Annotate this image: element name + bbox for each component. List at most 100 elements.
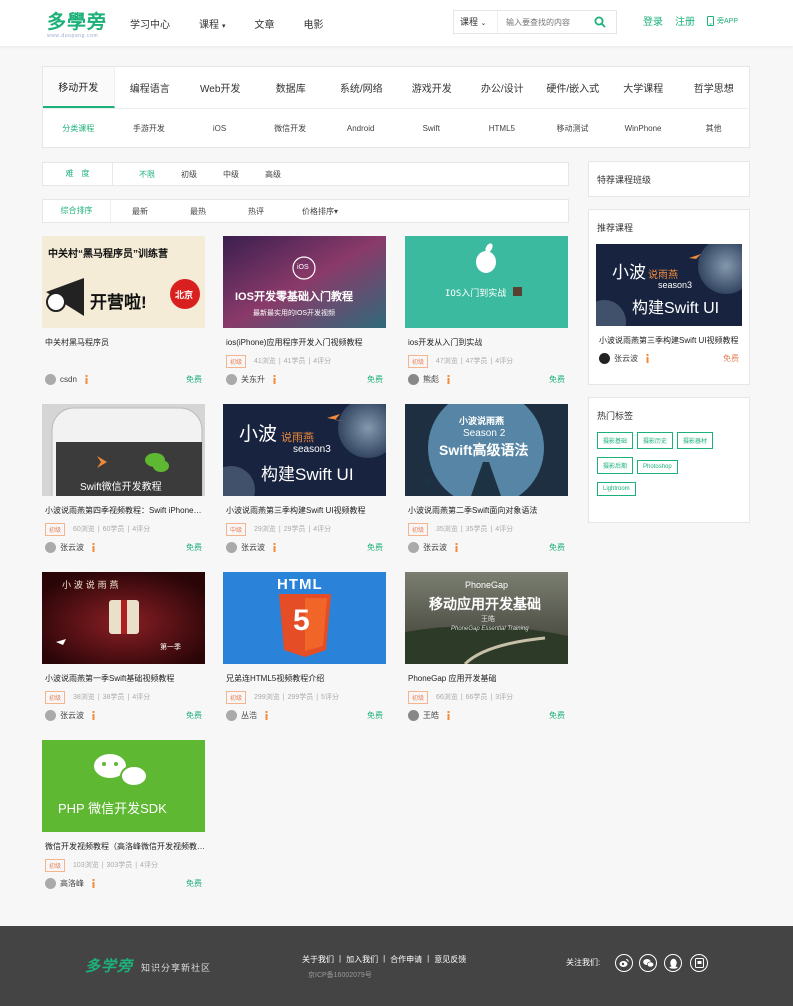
- course-card[interactable]: 小波说雨燕 Season 2 Swift高级语法小波说雨燕第二季Swift面向对象语…: [405, 404, 568, 560]
- sort-comprehensive[interactable]: 综合排序: [43, 200, 111, 222]
- tag-chip[interactable]: Lightroom: [597, 482, 636, 496]
- course-title[interactable]: ios(iPhone)应用程序开发入门视频教程: [223, 337, 386, 348]
- course-thumbnail[interactable]: Swift微信开发教程: [42, 404, 205, 496]
- tag-chip[interactable]: 摄影器材: [677, 432, 714, 449]
- sort-newest[interactable]: 最新: [111, 206, 169, 217]
- app-icon[interactable]: [690, 954, 708, 972]
- footer-link-about[interactable]: 关于我们: [302, 954, 334, 965]
- footer-link-join[interactable]: 加入我们: [346, 954, 378, 965]
- tag-chip[interactable]: 摄影基础: [597, 432, 634, 449]
- course-thumbnail[interactable]: 小波 说雨燕 season3 构建Swift UI: [223, 404, 386, 496]
- course-card[interactable]: 小 波 说 雨 燕第一季 小波说雨燕第一季Swift基础视频教程 初级 38浏览 | 38…: [42, 572, 205, 728]
- difficulty-intermediate[interactable]: 中级: [223, 169, 239, 180]
- course-card[interactable]: PHP 微信开发SDK 微信开发视频教程（高洛峰微信开发视频教程） 初级 103浏览 |…: [42, 740, 205, 896]
- subcategory-tab[interactable]: WinPhone: [608, 124, 679, 133]
- course-thumbnail[interactable]: PHP 微信开发SDK: [42, 740, 205, 832]
- subcategory-tab[interactable]: 移动测试: [537, 123, 608, 134]
- register-link[interactable]: 注册: [675, 13, 695, 28]
- course-card[interactable]: Swift微信开发教程小波说雨燕第四季视频教程：Swift iPhone微信开发…: [42, 404, 205, 560]
- tag-chip[interactable]: 摄影历史: [637, 432, 674, 449]
- course-card[interactable]: 小波 说雨燕 season3 构建Swift UI 小波说雨燕第三季构建Swift UI…: [223, 404, 386, 560]
- difficulty-any[interactable]: 不限: [139, 169, 155, 180]
- category-tab[interactable]: 移动开发: [43, 67, 115, 108]
- author-name[interactable]: 丛浩: [241, 710, 257, 721]
- author-name[interactable]: 张云波: [241, 542, 265, 553]
- subcategory-tab[interactable]: 手游开发: [114, 123, 185, 134]
- search-button[interactable]: [584, 16, 616, 28]
- weibo-icon[interactable]: [615, 954, 633, 972]
- subcategory-tab[interactable]: 其他: [678, 123, 749, 134]
- difficulty-beginner[interactable]: 初级: [181, 169, 197, 180]
- course-title[interactable]: PhoneGap 应用开发基础: [405, 673, 568, 684]
- sort-hottest[interactable]: 最热: [169, 206, 227, 217]
- sort-price[interactable]: 价格排序▾: [285, 206, 355, 217]
- app-download-link[interactable]: 旁APP: [707, 15, 738, 26]
- category-tab[interactable]: 数据库: [256, 67, 327, 108]
- author-name[interactable]: 张云波: [423, 542, 447, 553]
- author-name[interactable]: csdn: [60, 375, 77, 384]
- subcategory-tab[interactable]: Android: [325, 124, 396, 133]
- wechat-icon[interactable]: [639, 954, 657, 972]
- author-name[interactable]: 张云波: [614, 353, 638, 364]
- search-category-select[interactable]: 课程 ⌄: [454, 11, 498, 33]
- nav-item-movies[interactable]: 电影: [304, 16, 324, 31]
- course-card[interactable]: iOS IOS开发零基础入门教程 最新最实用的IOS开发视频 ios(iPhone)应…: [223, 236, 386, 392]
- recommended-course-title[interactable]: 小波说雨燕第三季构建Swift UI视频教程: [599, 335, 749, 346]
- course-card[interactable]: IOS入门到实战 ios开发从入门到实战 初级 47浏览 | 47学员 | 4评分 熊彪 免费: [405, 236, 568, 392]
- course-title[interactable]: 小波说雨燕第二季Swift面向对象语法: [405, 505, 568, 516]
- category-tab[interactable]: 大学课程: [608, 67, 679, 108]
- recommended-course-thumbnail[interactable]: 小波 说雨燕 season3 构建Swift UI: [596, 244, 742, 326]
- course-card[interactable]: 中关村“黑马程序员”训练营 开营啦! 北京 中关村黑马程序员 csdn 免费: [42, 236, 205, 392]
- subcategory-tab[interactable]: 微信开发: [255, 123, 326, 134]
- category-tab[interactable]: 编程语言: [115, 67, 186, 108]
- author-name[interactable]: 张云波: [60, 710, 84, 721]
- nav-item-learning-center[interactable]: 学习中心: [130, 16, 170, 31]
- category-tab[interactable]: 办公/设计: [467, 67, 538, 108]
- course-title[interactable]: ios开发从入门到实战: [405, 337, 568, 348]
- category-tab[interactable]: Web开发: [185, 67, 256, 108]
- course-title[interactable]: 小波说雨燕第四季视频教程：Swift iPhone微信开发教程: [42, 505, 205, 516]
- divider: |: [135, 861, 138, 869]
- search-input[interactable]: [498, 17, 584, 27]
- thumb-text: 小波: [612, 263, 646, 283]
- tag-chip[interactable]: 摄影后期: [597, 457, 634, 474]
- login-link[interactable]: 登录: [643, 13, 663, 28]
- course-thumbnail[interactable]: PhoneGap 移动应用开发基础 王皓 PhoneGap Essential Tra…: [405, 572, 568, 664]
- subcategory-tab[interactable]: iOS: [184, 124, 255, 133]
- author-name[interactable]: 张云波: [60, 542, 84, 553]
- subcategory-tab[interactable]: 分类课程: [43, 123, 114, 134]
- course-title[interactable]: 微信开发视频教程（高洛峰微信开发视频教程）: [42, 841, 205, 852]
- course-thumbnail[interactable]: 中关村“黑马程序员”训练营 开营啦! 北京: [42, 236, 205, 328]
- course-title[interactable]: 中关村黑马程序员: [42, 337, 205, 348]
- course-card[interactable]: PhoneGap 移动应用开发基础 王皓 PhoneGap Essential Tra…: [405, 572, 568, 728]
- nav-item-courses[interactable]: 课程 ▾: [199, 16, 226, 31]
- course-thumbnail[interactable]: IOS入门到实战: [405, 236, 568, 328]
- author-name[interactable]: 熊彪: [423, 374, 439, 385]
- difficulty-advanced[interactable]: 高级: [265, 169, 281, 180]
- footer-link-feedback[interactable]: 意见反馈: [434, 954, 466, 965]
- author-name[interactable]: 王皓: [423, 710, 439, 721]
- author-name[interactable]: 高洛峰: [60, 878, 84, 889]
- category-tab[interactable]: 系统/网络: [326, 67, 397, 108]
- author-name[interactable]: 关东升: [241, 374, 265, 385]
- qq-icon[interactable]: [664, 954, 682, 972]
- course-thumbnail[interactable]: HTML 5: [223, 572, 386, 664]
- course-title[interactable]: 兄弟连HTML5视频教程介绍: [223, 673, 386, 684]
- course-card[interactable]: HTML 5 兄弟连HTML5视频教程介绍 初级 299浏览 | 299学员 | 5评分 丛浩 免费: [223, 572, 386, 728]
- nav-item-articles[interactable]: 文章: [255, 16, 275, 31]
- category-tab[interactable]: 游戏开发: [397, 67, 468, 108]
- footer-logo[interactable]: 多学旁 知识分享新社区: [85, 955, 211, 976]
- subcategory-tab[interactable]: Swift: [396, 124, 467, 133]
- category-tab[interactable]: 哲学思想: [679, 67, 750, 108]
- course-thumbnail[interactable]: 小波说雨燕 Season 2 Swift高级语法: [405, 404, 568, 496]
- site-logo[interactable]: 多學旁 www.duopang.com: [47, 7, 107, 39]
- sort-top-rated[interactable]: 热评: [227, 206, 285, 217]
- course-title[interactable]: 小波说雨燕第三季构建Swift UI视频教程: [223, 505, 386, 516]
- course-thumbnail[interactable]: iOS IOS开发零基础入门教程 最新最实用的IOS开发视频: [223, 236, 386, 328]
- subcategory-tab[interactable]: HTML5: [467, 124, 538, 133]
- course-title[interactable]: 小波说雨燕第一季Swift基础视频教程: [42, 673, 205, 684]
- tag-chip[interactable]: Photoshop: [637, 460, 678, 474]
- course-thumbnail[interactable]: 小 波 说 雨 燕第一季: [42, 572, 205, 664]
- category-tab[interactable]: 硬件/嵌入式: [538, 67, 609, 108]
- footer-link-cooperation[interactable]: 合作申请: [390, 954, 422, 965]
